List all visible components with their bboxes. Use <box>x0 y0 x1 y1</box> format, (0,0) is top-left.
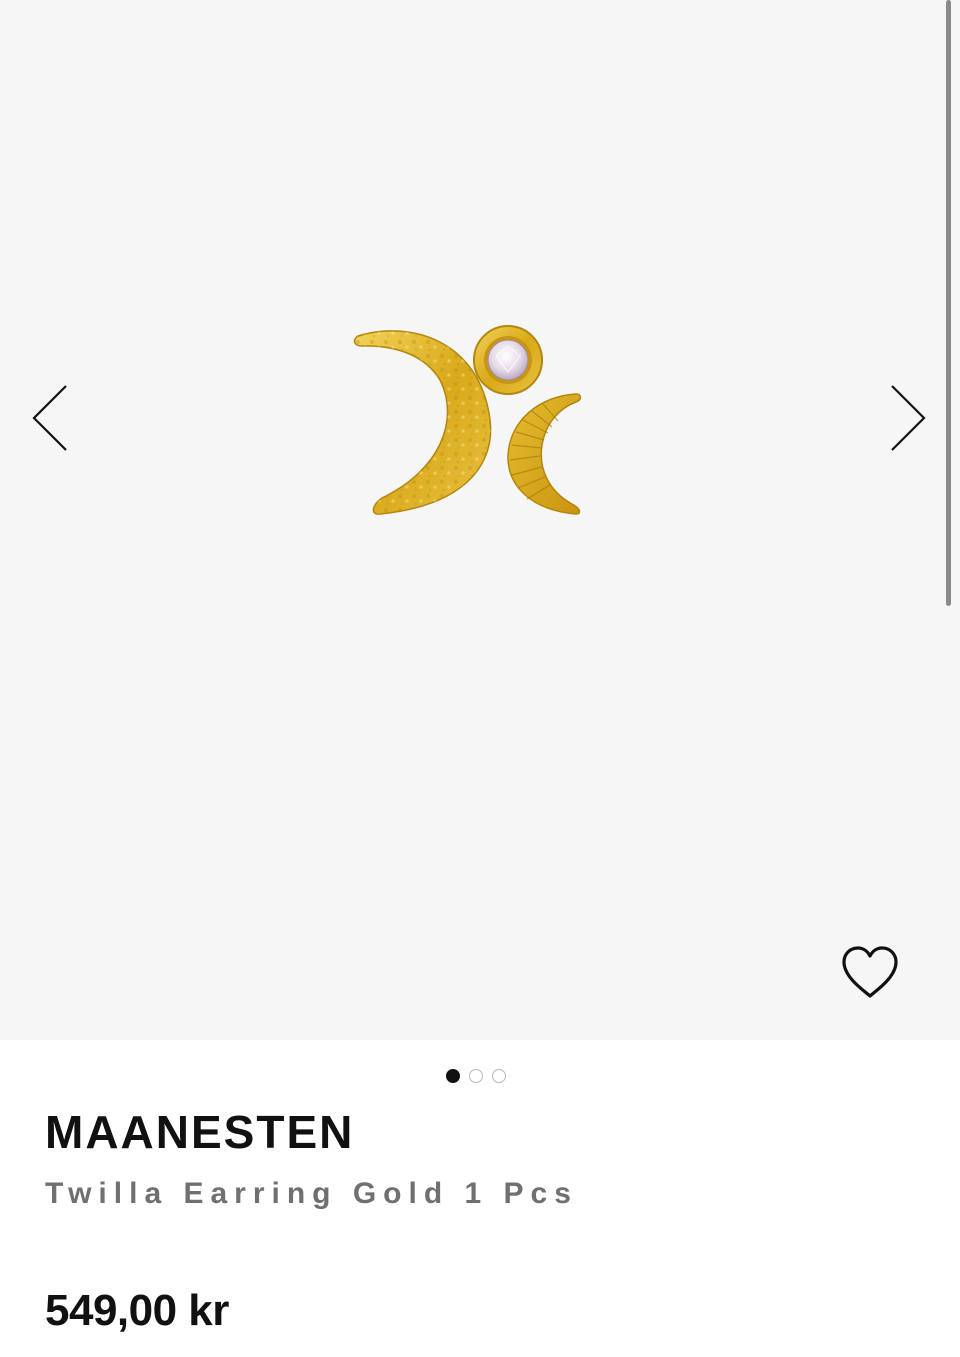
product-price: 549,00 kr <box>45 1286 229 1335</box>
previous-image-button[interactable] <box>28 380 72 456</box>
product-page: MAANESTEN Twilla Earring Gold 1 Pcs 549,… <box>0 0 960 1357</box>
chevron-left-icon <box>32 385 67 451</box>
pagination-dot-2[interactable] <box>469 1069 483 1083</box>
add-to-wishlist-button[interactable] <box>838 944 902 1002</box>
product-title: Twilla Earring Gold 1 Pcs <box>45 1177 578 1210</box>
scrollbar[interactable] <box>944 0 954 610</box>
product-image <box>353 325 582 515</box>
heart-icon <box>842 946 898 998</box>
image-pagination <box>446 1066 506 1086</box>
product-image-gallery[interactable] <box>0 0 960 1040</box>
brand-name[interactable]: MAANESTEN <box>45 1105 354 1159</box>
scrollbar-thumb[interactable] <box>946 0 951 606</box>
pagination-dot-1[interactable] <box>446 1069 460 1083</box>
next-image-button[interactable] <box>886 380 930 456</box>
chevron-right-icon <box>891 385 926 451</box>
pagination-dot-3[interactable] <box>492 1069 506 1083</box>
